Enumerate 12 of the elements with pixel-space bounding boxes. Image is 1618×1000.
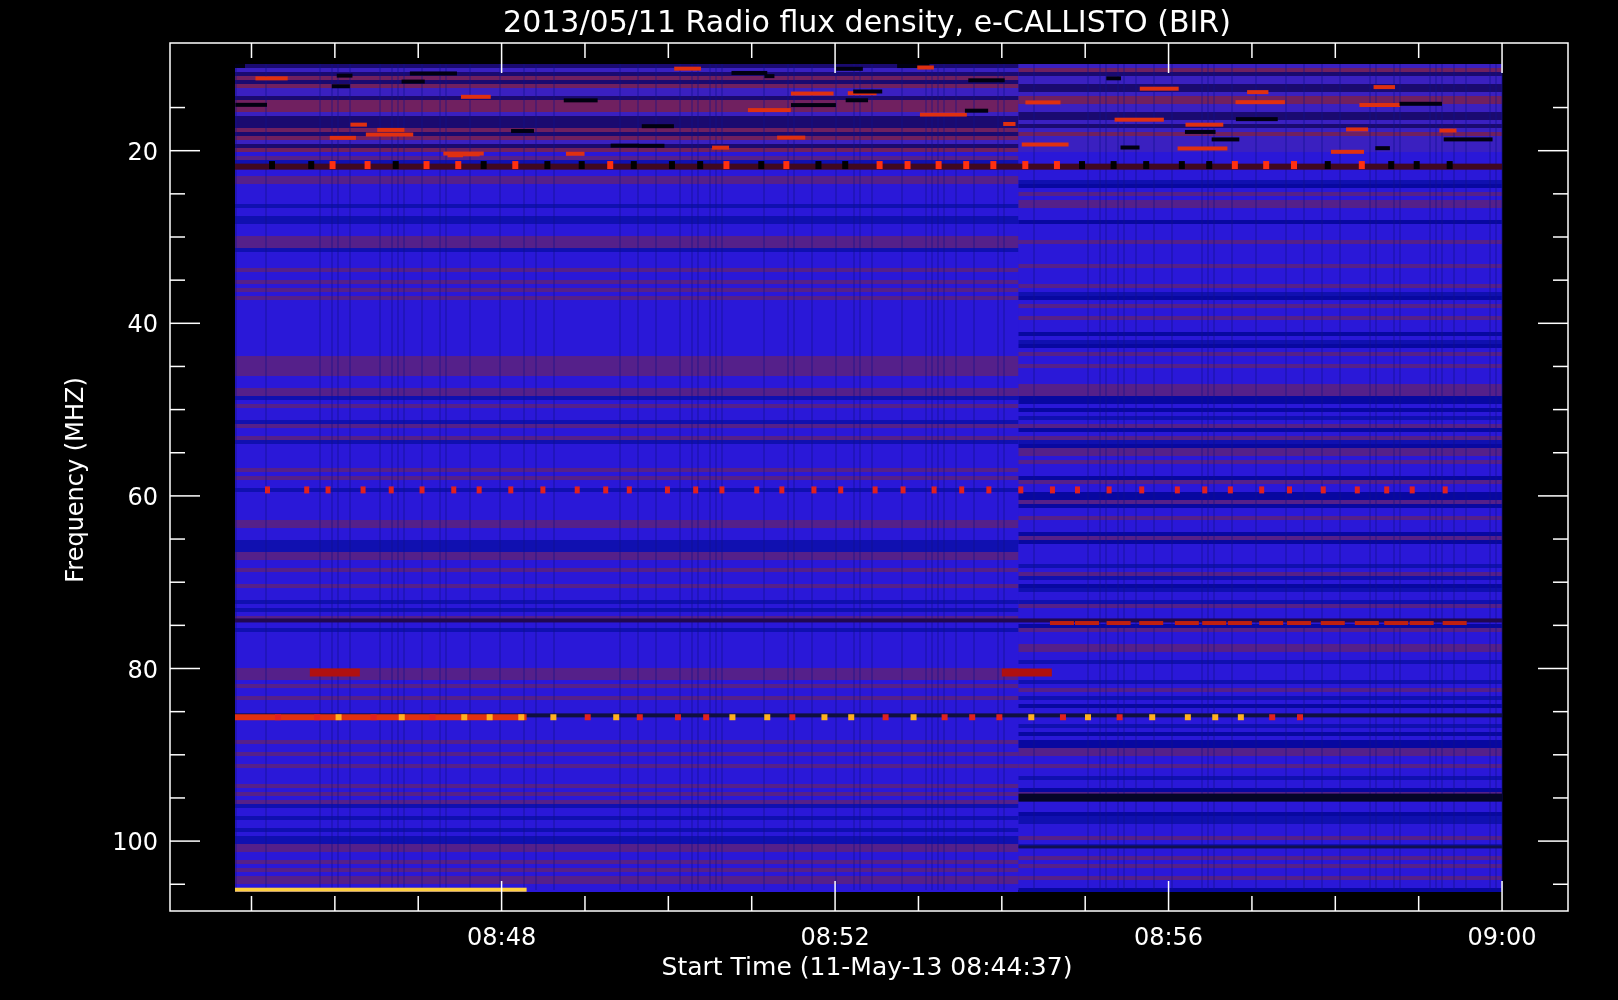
chart-title: 2013/05/11 Radio flux density, e-CALLISTO (BIR) [503, 4, 1231, 39]
x-tick-label: 08:52 [800, 923, 870, 951]
y-tick-label: 60 [127, 482, 158, 511]
x-tick-label: 09:00 [1467, 923, 1537, 951]
x-tick-label: 08:56 [1133, 923, 1204, 951]
y-tick-label: 40 [127, 310, 158, 339]
y-tick-label: 20 [127, 137, 158, 166]
y-axis-label: Frequency (MHZ) [61, 377, 89, 583]
x-axis-label: Start Time (11-May-13 08:44:37) [661, 952, 1073, 981]
x-tick-label: 08:48 [467, 923, 537, 951]
y-tick-label: 80 [127, 655, 158, 684]
y-tick-label: 100 [112, 828, 158, 857]
